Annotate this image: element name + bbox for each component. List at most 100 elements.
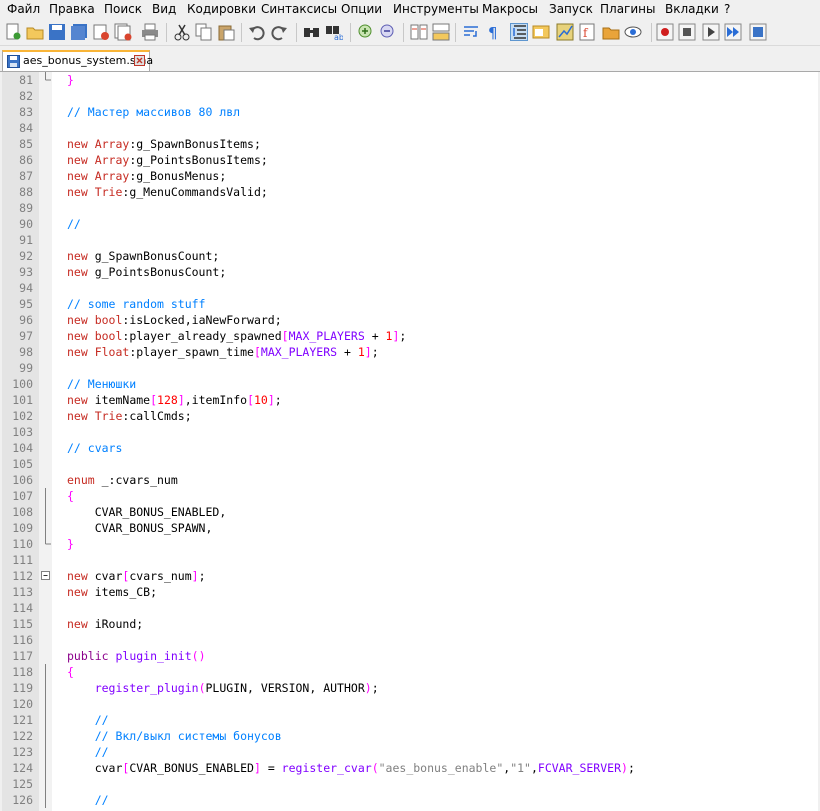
code-text: new itemName[128],itemInfo[10]; — [67, 392, 282, 408]
code-line[interactable]: 102 new Trie:callCmds; — [2, 408, 818, 424]
close-all-button[interactable] — [114, 23, 132, 41]
code-line[interactable]: 104 // cvars — [2, 440, 818, 456]
code-line[interactable]: 125 — [2, 776, 818, 792]
code-token: new — [67, 569, 95, 583]
function-list-button[interactable]: f — [578, 23, 596, 41]
code-line[interactable]: 113 new items_CB; — [2, 584, 818, 600]
save-button[interactable] — [48, 23, 66, 41]
code-line[interactable]: 88 new Trie:g_MenuCommandsValid; — [2, 184, 818, 200]
code-line[interactable]: 123 // — [2, 744, 818, 760]
code-line[interactable]: 93 new g_PointsBonusCount; — [2, 264, 818, 280]
run-macro-multiple-button[interactable] — [724, 23, 742, 41]
paste-button[interactable] — [217, 23, 235, 41]
code-line[interactable]: 119 register_plugin(PLUGIN, VERSION, AUT… — [2, 680, 818, 696]
code-line[interactable]: 95 // some random stuff — [2, 296, 818, 312]
undo-button[interactable] — [248, 23, 266, 41]
code-line[interactable]: 101 new itemName[128],itemInfo[10]; — [2, 392, 818, 408]
code-line[interactable]: 90 // — [2, 216, 818, 232]
doc-map-button[interactable] — [556, 23, 574, 41]
code-line[interactable]: 86 new Array:g_PointsBonusItems; — [2, 152, 818, 168]
save-all-button[interactable] — [70, 23, 88, 41]
code-line[interactable]: 94 — [2, 280, 818, 296]
code-line[interactable]: 89 — [2, 200, 818, 216]
sync-vertical-button[interactable] — [410, 23, 428, 41]
code-line[interactable]: 126 // — [2, 792, 818, 808]
code-line[interactable]: 107 { — [2, 488, 818, 504]
close-tab-icon[interactable] — [134, 55, 145, 66]
code-line[interactable]: 99 — [2, 360, 818, 376]
menu-item-1[interactable]: Правка — [49, 2, 95, 17]
cut-button[interactable] — [173, 23, 191, 41]
tab-aes-bonus-system[interactable]: aes_bonus_system.sma — [2, 50, 153, 71]
code-line[interactable]: 108 CVAR_BONUS_ENABLED, — [2, 504, 818, 520]
monitoring-button[interactable] — [624, 23, 642, 41]
code-editor[interactable]: 81} 82 83// Мастер массивов 80 лвл 84 85 new … — [2, 72, 818, 811]
code-line[interactable]: 112 new cvar[cvars_num]; — [2, 568, 818, 584]
menu-item-12[interactable]: ? — [724, 2, 730, 17]
record-macro-button[interactable] — [656, 23, 674, 41]
code-line[interactable]: 122 // Вкл/выкл системы бонусов — [2, 728, 818, 744]
code-token: 10 — [254, 393, 268, 407]
indent-guide-button[interactable] — [510, 23, 528, 41]
line-number: 124 — [12, 761, 33, 775]
user-defined-lang-button[interactable] — [532, 23, 550, 41]
menu-item-7[interactable]: Инструменты — [393, 2, 479, 17]
code-line[interactable]: 84 — [2, 120, 818, 136]
word-wrap-button[interactable] — [462, 23, 480, 41]
menu-item-11[interactable]: Вкладки — [665, 2, 719, 17]
stop-record-button[interactable] — [678, 23, 696, 41]
code-line[interactable]: 82 — [2, 88, 818, 104]
close-button[interactable] — [92, 23, 110, 41]
code-line[interactable]: 92 new g_SpawnBonusCount; — [2, 248, 818, 264]
code-line[interactable]: 109 CVAR_BONUS_SPAWN, — [2, 520, 818, 536]
print-button[interactable] — [141, 23, 159, 41]
code-line[interactable]: 81} — [2, 72, 818, 88]
code-line[interactable]: 116 — [2, 632, 818, 648]
line-number: 113 — [12, 585, 33, 599]
find-button[interactable] — [303, 23, 321, 41]
menu-item-9[interactable]: Запуск — [549, 2, 593, 17]
code-line[interactable]: 118 { — [2, 664, 818, 680]
menu-item-2[interactable]: Поиск — [104, 2, 142, 17]
code-line[interactable]: 111 — [2, 552, 818, 568]
show-all-chars-button[interactable]: ¶ — [484, 23, 502, 41]
code-line[interactable]: 121 // — [2, 712, 818, 728]
code-line[interactable]: 120 — [2, 696, 818, 712]
code-line[interactable]: 106 enum _:cvars_num — [2, 472, 818, 488]
menu-item-4[interactable]: Кодировки — [187, 2, 256, 17]
record-macro-icon — [656, 23, 674, 41]
zoom-out-button[interactable] — [379, 23, 397, 41]
zoom-in-button[interactable] — [357, 23, 375, 41]
playback-macro-button[interactable] — [702, 23, 720, 41]
code-line[interactable]: 96 new bool:isLocked,iaNewForward; — [2, 312, 818, 328]
folder-workspace-button[interactable] — [602, 23, 620, 41]
menu-item-10[interactable]: Плагины — [600, 2, 655, 17]
menu-item-8[interactable]: Макросы — [482, 2, 538, 17]
replace-button[interactable]: ab — [325, 23, 343, 41]
menu-item-5[interactable]: Синтаксисы — [261, 2, 337, 17]
code-line[interactable]: 83 // Мастер массивов 80 лвл — [2, 104, 818, 120]
save-macro-button[interactable] — [749, 23, 767, 41]
code-line[interactable]: 100 // Менюшки — [2, 376, 818, 392]
copy-button[interactable] — [195, 23, 213, 41]
fold-toggle-icon[interactable] — [39, 568, 52, 584]
redo-button[interactable] — [270, 23, 288, 41]
code-line[interactable]: 91 — [2, 232, 818, 248]
code-line[interactable]: 103 — [2, 424, 818, 440]
open-file-button[interactable] — [26, 23, 44, 41]
menu-item-0[interactable]: Файл — [7, 2, 40, 17]
code-line[interactable]: 97 new bool:player_already_spawned[MAX_PL… — [2, 328, 818, 344]
menu-item-3[interactable]: Вид — [152, 2, 176, 17]
code-line[interactable]: 124 cvar[CVAR_BONUS_ENABLED] = register_… — [2, 760, 818, 776]
new-file-button[interactable] — [4, 23, 22, 41]
code-line[interactable]: 114 — [2, 600, 818, 616]
code-line[interactable]: 110} — [2, 536, 818, 552]
code-line[interactable]: 105 — [2, 456, 818, 472]
code-line[interactable]: 98 new Float:player_spawn_time[MAX_PLAYER… — [2, 344, 818, 360]
menu-item-6[interactable]: Опции — [341, 2, 382, 17]
code-line[interactable]: 85 new Array:g_SpawnBonusItems; — [2, 136, 818, 152]
code-line[interactable]: 115 new iRound; — [2, 616, 818, 632]
code-line[interactable]: 87 new Array:g_BonusMenus; — [2, 168, 818, 184]
code-line[interactable]: 117 public plugin_init() — [2, 648, 818, 664]
sync-horizontal-button[interactable] — [432, 23, 450, 41]
